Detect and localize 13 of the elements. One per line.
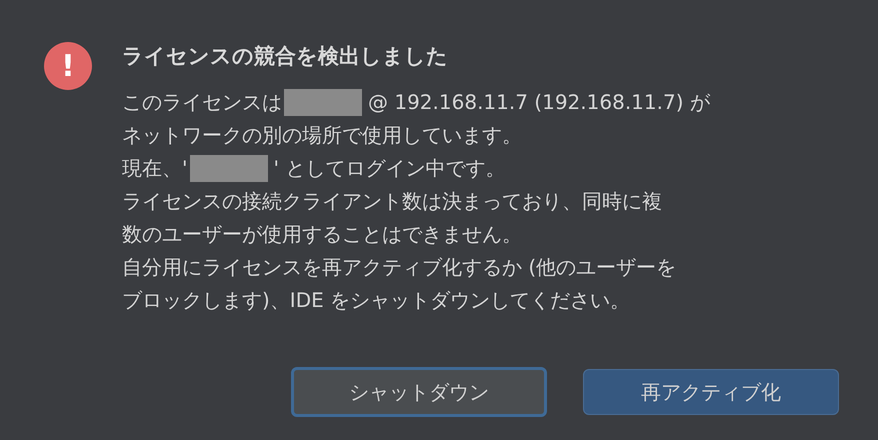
message-text: 自分用にライセンスを再アクティブ化するか (他のユーザーを — [122, 254, 676, 281]
message-text: ライセンスの接続クライアント数は決まっており、同時に複 — [122, 188, 662, 215]
message-text: このライセンスは — [122, 89, 282, 116]
message-text: @ 192.168.11.7 (192.168.11.7) が — [368, 89, 710, 116]
message-text: ブロックします)、IDE をシャットダウンしてください。 — [122, 287, 630, 314]
error-icon: ! — [44, 42, 92, 90]
reactivate-button[interactable]: 再アクティブ化 — [583, 369, 839, 415]
message-text: ネットワークの別の場所で使用しています。 — [122, 122, 522, 149]
message-text: 数のユーザーが使用することはできません。 — [122, 221, 522, 248]
dialog-title: ライセンスの競合を検出しました — [122, 43, 449, 70]
message-text: 現在、' — [122, 155, 188, 182]
shutdown-button[interactable]: シャットダウン — [291, 367, 547, 417]
message-text: ' としてログイン中です。 — [274, 155, 506, 182]
